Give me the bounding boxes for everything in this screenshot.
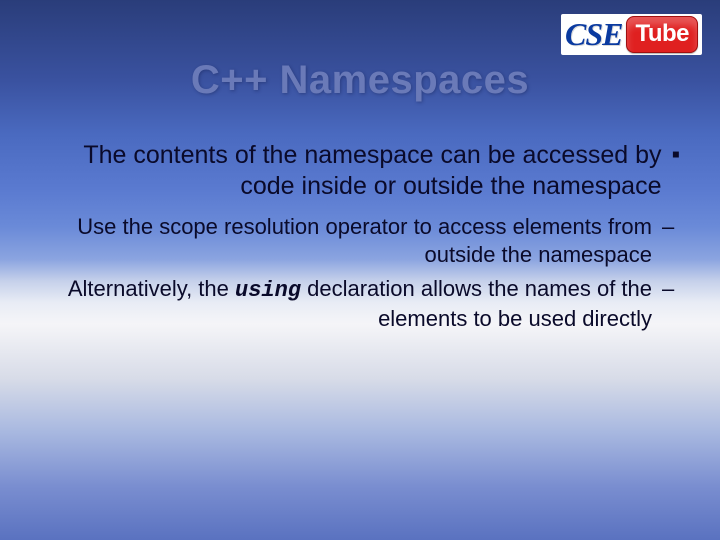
logo-tube-text: Tube [635, 20, 689, 47]
slide-content: ▪ The contents of the namespace can be a… [40, 140, 680, 333]
sub-text-pre: Use the scope resolution operator to acc… [77, 214, 652, 267]
sub-bullet-text: Alternatively, the using declaration all… [40, 275, 652, 333]
main-bullet-text: The contents of the namespace can be acc… [40, 140, 661, 203]
sub-text-post: declaration allows the names of the elem… [301, 276, 652, 331]
main-bullet-row: ▪ The contents of the namespace can be a… [40, 140, 680, 203]
slide-title: C++ Namespaces [0, 58, 720, 103]
sub-text-code: using [235, 278, 301, 303]
square-bullet-icon: ▪ [671, 140, 680, 170]
sub-bullet-row: – Alternatively, the using declaration a… [40, 275, 680, 333]
logo: CSE Tube [561, 14, 702, 55]
sub-text-pre: Alternatively, the [68, 276, 235, 301]
sub-bullet-text: Use the scope resolution operator to acc… [40, 213, 652, 271]
dash-bullet-icon: – [662, 275, 680, 303]
sub-bullet-row: – Use the scope resolution operator to a… [40, 213, 680, 271]
dash-bullet-icon: – [662, 213, 680, 241]
logo-tube-badge: Tube [626, 16, 698, 53]
logo-cse-text: CSE [565, 16, 622, 53]
